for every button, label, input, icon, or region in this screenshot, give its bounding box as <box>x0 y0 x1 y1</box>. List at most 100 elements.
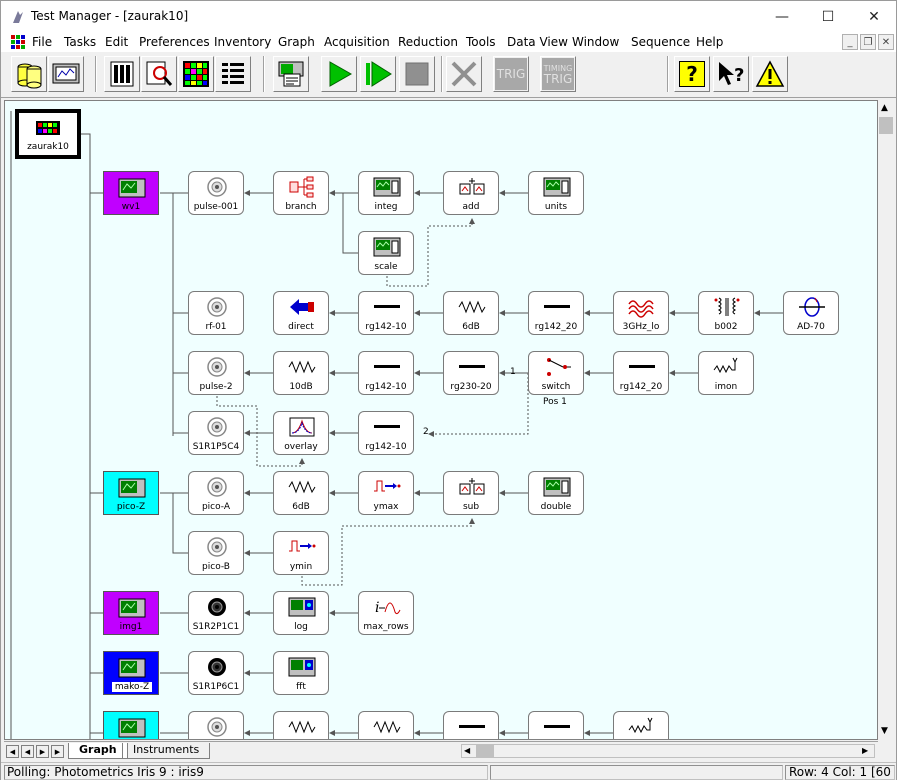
stop-button[interactable] <box>399 56 435 92</box>
node-fft[interactable]: fft <box>273 651 329 695</box>
menu-file[interactable]: File <box>32 35 52 49</box>
scroll-left-icon[interactable]: ◀ <box>464 746 470 755</box>
scroll-right-icon[interactable]: ▶ <box>862 746 868 755</box>
database-button[interactable] <box>11 56 47 92</box>
menu-tasks[interactable]: Tasks <box>64 35 96 49</box>
maximize-button[interactable]: ☐ <box>805 1 851 32</box>
graph-canvas[interactable]: zaurak10 wv1 pico-Z img1 mako-Z pulse-00… <box>4 100 878 740</box>
trig-button[interactable]: TRIG <box>493 56 529 92</box>
node-rf-01[interactable]: rf-01 <box>188 291 244 335</box>
menu-sequence[interactable]: Sequence <box>631 35 690 49</box>
node-row9-probe[interactable] <box>613 711 669 739</box>
timing-trig-button[interactable]: TIMING TRIG <box>540 56 576 92</box>
node-add[interactable]: add <box>443 171 499 215</box>
instrument-img1[interactable]: img1 <box>103 591 159 635</box>
prev-tab-icon[interactable]: ◀ <box>21 745 34 758</box>
node-b002[interactable]: b002 <box>698 291 754 335</box>
grid-view-button[interactable] <box>178 56 214 92</box>
horizontal-scrollbar[interactable]: ◀ ▶ <box>461 744 875 758</box>
mdi-close-button[interactable]: ✕ <box>878 34 894 50</box>
first-tab-icon[interactable]: ◀ <box>6 745 19 758</box>
node-ad-70[interactable]: AD-70 <box>783 291 839 335</box>
mdi-restore-button[interactable]: ❐ <box>860 34 876 50</box>
root-node[interactable]: zaurak10 <box>15 109 81 159</box>
menu-window[interactable]: Window <box>572 35 619 49</box>
step-run-button[interactable] <box>360 56 396 92</box>
report-button[interactable] <box>104 56 140 92</box>
menu-tools[interactable]: Tools <box>466 35 496 49</box>
node-3ghz-lo[interactable]: 3GHz_lo <box>613 291 669 335</box>
last-tab-icon[interactable]: ▶ <box>51 745 64 758</box>
node-pico-a[interactable]: pico-A <box>188 471 244 515</box>
node-10db[interactable]: 10dB <box>273 351 329 395</box>
node-s1r1p5c4[interactable]: S1R1P5C4 <box>188 411 244 455</box>
node-pico-b[interactable]: pico-B <box>188 531 244 575</box>
node-imon[interactable]: imon <box>698 351 754 395</box>
node-row9-connector[interactable] <box>188 711 244 739</box>
node-switch[interactable]: switch <box>528 351 584 395</box>
next-tab-icon[interactable]: ▶ <box>36 745 49 758</box>
list-view-button[interactable] <box>215 56 251 92</box>
help-button[interactable]: ? <box>674 56 710 92</box>
close-button[interactable]: ✕ <box>851 1 897 32</box>
scroll-up-icon[interactable]: ▲ <box>881 103 888 113</box>
node-units[interactable]: units <box>528 171 584 215</box>
node-6db-a[interactable]: 6dB <box>443 291 499 335</box>
instrument-5[interactable] <box>103 711 159 739</box>
node-integ[interactable]: integ <box>358 171 414 215</box>
document-grid-icon[interactable] <box>10 34 26 50</box>
node-pulse-2[interactable]: pulse-2 <box>188 351 244 395</box>
node-rg230-20[interactable]: rg230-20 <box>443 351 499 395</box>
node-overlay[interactable]: overlay <box>273 411 329 455</box>
node-6db-b[interactable]: 6dB <box>273 471 329 515</box>
menu-preferences[interactable]: Preferences <box>139 35 210 49</box>
menu-data-view[interactable]: Data View <box>507 35 568 49</box>
node-branch[interactable]: branch <box>273 171 329 215</box>
context-help-button[interactable]: ? <box>713 56 749 92</box>
node-s1r2p1c1[interactable]: S1R2P1C1 <box>188 591 244 635</box>
menu-help[interactable]: Help <box>696 35 723 49</box>
node-rg142-20-b[interactable]: rg142_20 <box>613 351 669 395</box>
vertical-scrollbar[interactable]: ▲ ▼ <box>878 100 895 740</box>
node-row9-cable-a[interactable] <box>443 711 499 739</box>
search-button[interactable] <box>141 56 177 92</box>
minimize-button[interactable]: — <box>759 1 805 32</box>
run-button[interactable] <box>321 56 357 92</box>
node-rg142-10-c[interactable]: rg142-10 <box>358 411 414 455</box>
node-scale[interactable]: scale <box>358 231 414 275</box>
node-row9-attenuator-a[interactable] <box>273 711 329 739</box>
scroll-down-icon[interactable]: ▼ <box>881 726 888 736</box>
node-ymin[interactable]: ymin <box>273 531 329 575</box>
instrument-pico-z[interactable]: pico-Z <box>103 471 159 515</box>
node-rg142-10-b[interactable]: rg142-10 <box>358 351 414 395</box>
node-sub[interactable]: sub <box>443 471 499 515</box>
scroll-thumb[interactable] <box>879 117 893 134</box>
node-log[interactable]: log <box>273 591 329 635</box>
node-max-rows[interactable]: i max_rows <box>358 591 414 635</box>
node-row9-attenuator-b[interactable] <box>358 711 414 739</box>
node-rg142-20-a[interactable]: rg142_20 <box>528 291 584 335</box>
menu-inventory[interactable]: Inventory <box>214 35 271 49</box>
instrument-mako-z[interactable]: mako-Z <box>103 651 159 695</box>
node-ymax[interactable]: ymax <box>358 471 414 515</box>
hscroll-thumb[interactable] <box>476 745 494 757</box>
mdi-minimize-button[interactable]: _ <box>842 34 858 50</box>
menu-edit[interactable]: Edit <box>105 35 128 49</box>
warning-button[interactable] <box>752 56 788 92</box>
node-pulse-001[interactable]: pulse-001 <box>188 171 244 215</box>
node-rg142-10-a[interactable]: rg142-10 <box>358 291 414 335</box>
node-double[interactable]: double <box>528 471 584 515</box>
instrument-config-button[interactable] <box>273 56 309 92</box>
cancel-button[interactable] <box>446 56 482 92</box>
instrument-wv1[interactable]: wv1 <box>103 171 159 215</box>
node-direct[interactable]: direct <box>273 291 329 335</box>
menu-acquisition[interactable]: Acquisition <box>324 35 390 49</box>
tab-instruments[interactable]: Instruments <box>122 743 211 759</box>
menu-graph[interactable]: Graph <box>278 35 315 49</box>
node-row9-cable-b[interactable] <box>528 711 584 739</box>
monitor-button[interactable] <box>48 56 84 92</box>
node-s1r1p6c1[interactable]: S1R1P6C1 <box>188 651 244 695</box>
toolbar: TRIG TIMING TRIG ? ? <box>1 52 896 98</box>
menu-reduction[interactable]: Reduction <box>398 35 458 49</box>
tab-graph[interactable]: Graph <box>68 743 128 759</box>
